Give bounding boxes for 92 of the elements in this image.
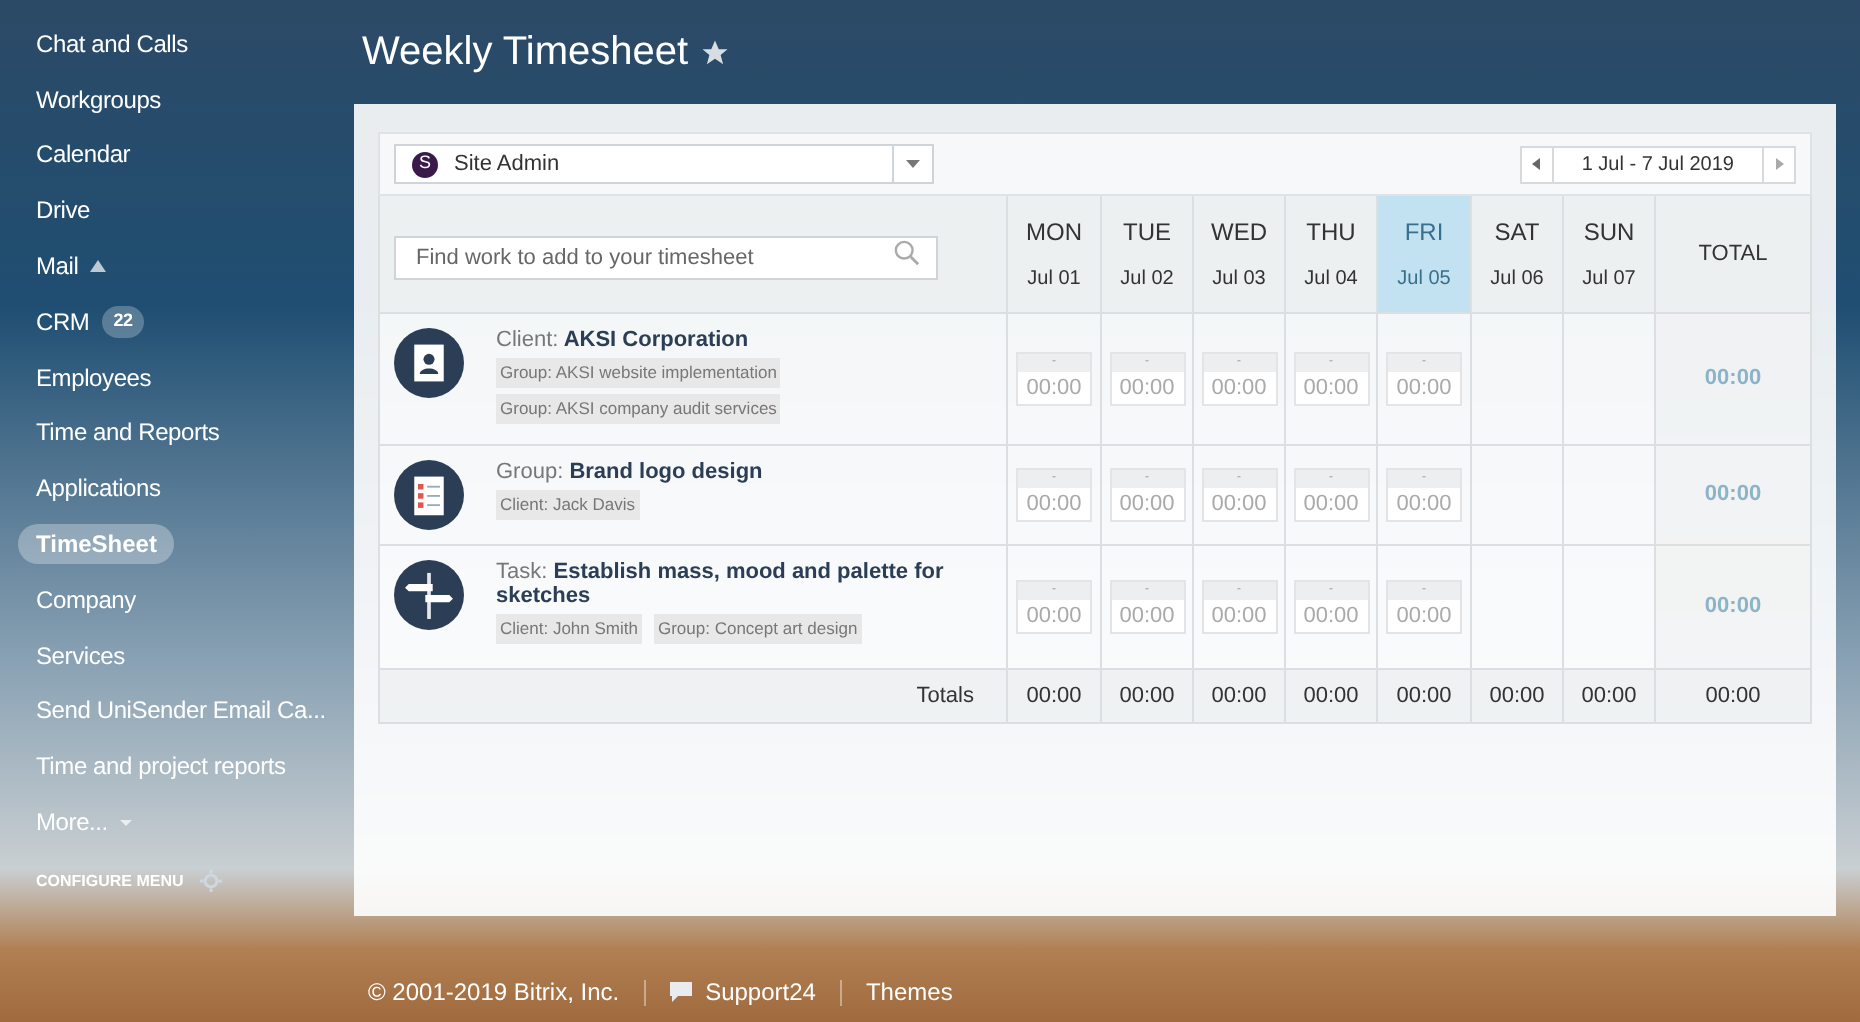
search-icon [894, 240, 920, 266]
day-date: Jul 06 [1490, 266, 1544, 294]
sidebar-item[interactable]: Company [18, 579, 154, 620]
day-header[interactable]: WED Jul 03 [1194, 196, 1286, 314]
row-total: 00:00 [1704, 592, 1762, 623]
entry-value: 00:00 [1394, 374, 1454, 404]
day-header[interactable]: SAT Jul 06 [1472, 196, 1564, 314]
entry-value: 00:00 [1024, 374, 1084, 404]
totals-label: Totals [916, 681, 974, 712]
star-icon[interactable] [700, 37, 731, 67]
day-total: 00:00 [1489, 681, 1545, 712]
page-title: Weekly Timesheet [362, 28, 689, 78]
day-total: 00:00 [1211, 681, 1267, 712]
checklist-icon [394, 460, 464, 530]
right-arrow-icon [1775, 158, 1783, 170]
item-title[interactable]: Group: Brand logo design [496, 460, 763, 484]
entry-value: 00:00 [1024, 602, 1084, 632]
user-select-value: Site Admin [454, 149, 562, 180]
copyright-text: © 2001-2019 Bitrix, Inc. [368, 976, 620, 1010]
entry-value: 00:00 [1394, 490, 1454, 520]
day-header[interactable]: MON Jul 01 [1008, 196, 1102, 314]
day-total: 00:00 [1396, 681, 1452, 712]
row-total: 00:00 [1704, 480, 1762, 511]
day-name: MON [1026, 216, 1082, 250]
search-field[interactable]: Find work to add to your timesheet [394, 236, 938, 280]
day-name: FRI [1404, 216, 1444, 250]
sidebar-item[interactable]: Drive [18, 190, 109, 231]
chat-icon [669, 982, 692, 1002]
entry-value: 00:00 [1301, 602, 1361, 632]
day-total: 00:00 [1581, 681, 1637, 712]
sidebar-item[interactable]: Employees [18, 357, 170, 398]
entry-value: 00:00 [1117, 490, 1177, 520]
sidebar-item[interactable]: Applications [18, 468, 179, 509]
tag[interactable]: Client: Jack Davis [496, 490, 640, 520]
day-header[interactable]: FRI Jul 05 [1378, 196, 1472, 314]
entry-value: 00:00 [1209, 490, 1269, 520]
triangle-icon [90, 260, 107, 273]
day-date: Jul 07 [1582, 266, 1636, 294]
footer-link[interactable]: Themes [865, 974, 953, 1010]
tag[interactable]: Group: Concept art design [653, 614, 862, 644]
entry-value: 00:00 [1394, 602, 1454, 632]
grand-total: 00:00 [1705, 681, 1761, 712]
day-name: SUN [1583, 216, 1635, 250]
signpost-icon [394, 560, 464, 630]
sidebar-item[interactable]: Time and project reports [18, 746, 304, 787]
sidebar-item[interactable]: Chat and Calls [18, 23, 206, 64]
sidebar-item[interactable]: TimeSheet [18, 524, 175, 565]
sidebar-item[interactable]: Time and Reports [18, 412, 238, 453]
caret-icon [119, 819, 132, 826]
entry-value: 00:00 [1301, 374, 1361, 404]
tag[interactable]: Client: John Smith [496, 614, 642, 644]
day-total: 00:00 [1119, 681, 1175, 712]
entry-value: 00:00 [1301, 490, 1361, 520]
day-name: WED [1211, 216, 1267, 250]
item-title[interactable]: Task: Establish mass, mood and palette for sketches [496, 560, 990, 608]
day-date: Jul 02 [1120, 266, 1174, 294]
entry-value: 00:00 [1209, 374, 1269, 404]
column-header: TOTAL [1698, 239, 1768, 270]
sidebar-item[interactable]: Services [18, 635, 143, 676]
tag[interactable]: Group: AKSI company audit services [496, 393, 781, 423]
footer-link[interactable]: Support24 [669, 974, 816, 1010]
item-title[interactable]: Client: AKSI Corporation [496, 328, 976, 352]
day-date: Jul 01 [1027, 266, 1081, 294]
entry-value: 00:00 [1117, 374, 1177, 404]
day-header[interactable]: TUE Jul 02 [1102, 196, 1194, 314]
tag[interactable]: Group: AKSI website implementation [496, 358, 781, 388]
day-name: SAT [1494, 216, 1540, 250]
row-total: 00:00 [1704, 364, 1762, 395]
caret-icon [906, 160, 920, 168]
day-name: TUE [1123, 216, 1171, 250]
day-header[interactable]: SUN Jul 07 [1564, 196, 1656, 314]
day-total: 00:00 [1026, 681, 1082, 712]
left-arrow-icon [1532, 158, 1541, 170]
day-header[interactable]: THU Jul 04 [1286, 196, 1378, 314]
avatar-initial: S [412, 151, 438, 177]
day-total: 00:00 [1303, 681, 1359, 712]
day-name: THU [1306, 216, 1356, 250]
user-select[interactable]: S Site Admin [394, 144, 934, 184]
sidebar-item[interactable]: Calendar [18, 134, 149, 175]
day-date: Jul 05 [1397, 266, 1451, 294]
sidebar-item[interactable]: CRM 22 [18, 301, 163, 342]
entry-value: 00:00 [1024, 490, 1084, 520]
date-range: 1 Jul - 7 Jul 2019 [1579, 151, 1736, 179]
entry-value: 00:00 [1209, 602, 1269, 632]
day-date: Jul 04 [1304, 266, 1358, 294]
sidebar-item[interactable]: Mail [18, 246, 125, 287]
sidebar-item[interactable]: Workgroups [18, 79, 179, 120]
sidebar-item[interactable]: Send UniSender Email Ca... [18, 690, 344, 731]
day-date: Jul 03 [1212, 266, 1266, 294]
entry-value: 00:00 [1117, 602, 1177, 632]
client-card-icon [394, 328, 464, 398]
count-badge: 22 [101, 306, 145, 338]
